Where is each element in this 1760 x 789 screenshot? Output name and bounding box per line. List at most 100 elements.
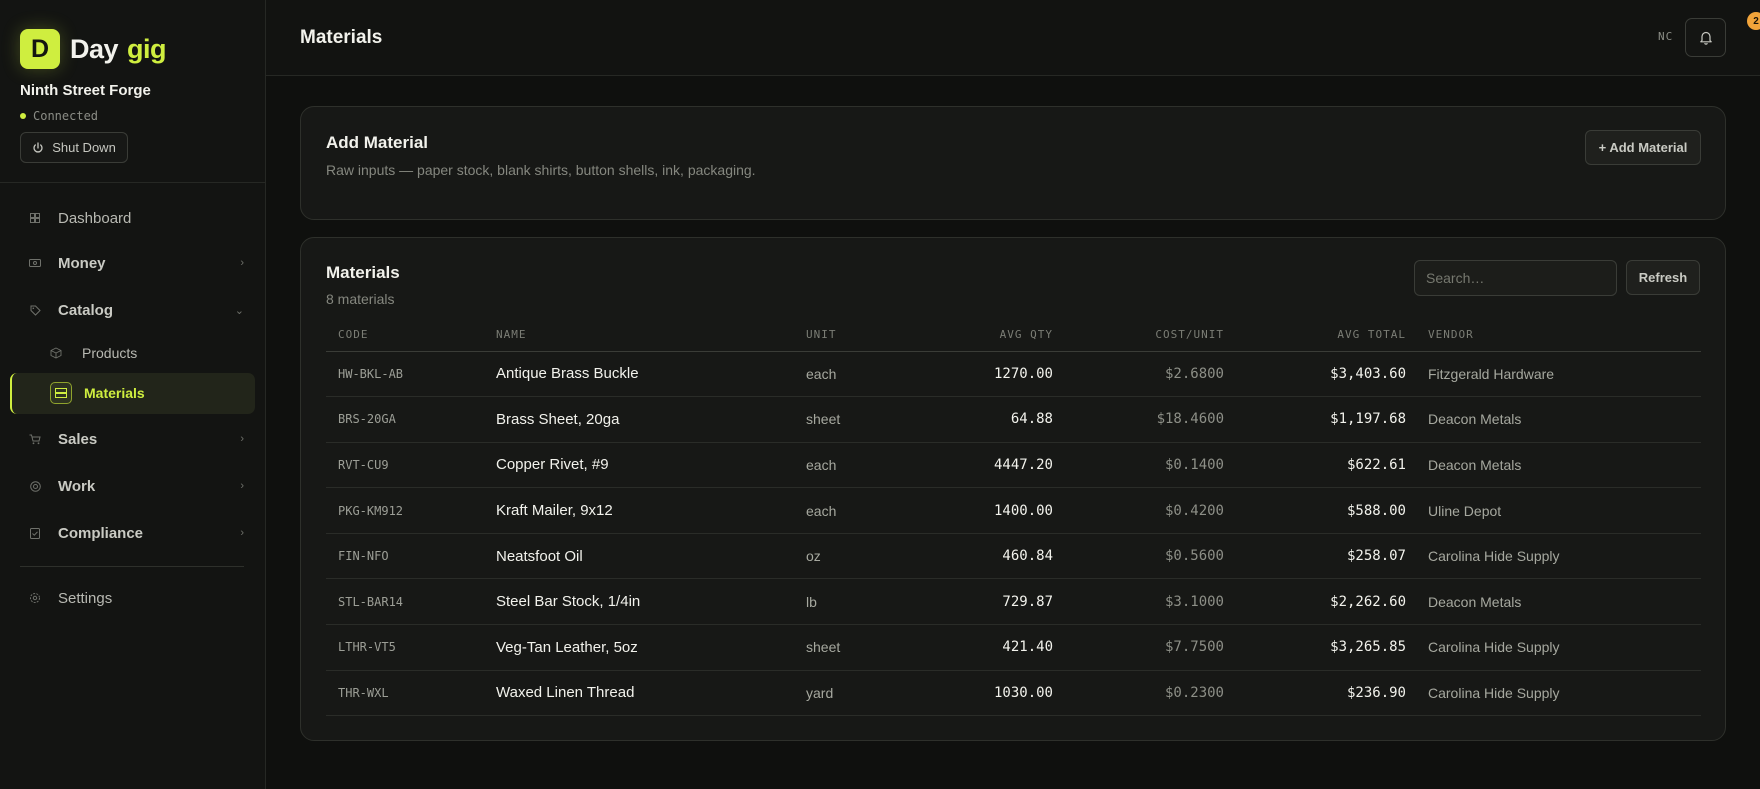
table-row[interactable]: THR-WXL Waxed Linen Thread yard 1030.00 $0.2… xyxy=(326,670,1701,717)
cell-vendor: Carolina Hide Supply xyxy=(1406,533,1701,580)
sidebar-item-sales[interactable]: Sales › xyxy=(20,429,244,449)
sidebar-divider xyxy=(0,182,265,183)
cell-avg-total: $2,262.60 xyxy=(1224,578,1406,626)
column-header-name[interactable]: NAME xyxy=(496,318,806,352)
cell-unit: yard xyxy=(806,670,906,717)
table-row[interactable]: RVT-CU9 Copper Rivet, #9 each 4447.20 $0.140… xyxy=(326,442,1701,489)
materials-table-card: Materials 8 materials Refresh CODE NAME … xyxy=(300,237,1726,741)
checklist-icon xyxy=(20,527,50,539)
sidebar-subitem-materials[interactable]: Materials xyxy=(10,373,255,414)
search-input[interactable] xyxy=(1414,260,1617,296)
column-header-cost-unit[interactable]: COST/UNIT xyxy=(1053,318,1224,352)
notifications-button[interactable] xyxy=(1685,18,1726,57)
status-label: Connected xyxy=(33,109,99,123)
target-icon xyxy=(20,480,50,492)
sidebar-item-dashboard[interactable]: Dashboard xyxy=(20,208,244,228)
add-material-card: Add Material Raw inputs — paper stock, b… xyxy=(300,106,1726,220)
cell-avg-qty: 421.40 xyxy=(906,624,1053,671)
materials-icon xyxy=(50,382,72,404)
cell-unit: each xyxy=(806,442,906,489)
shutdown-label: Shut Down xyxy=(52,140,116,155)
sidebar-divider xyxy=(20,566,244,567)
tag-icon xyxy=(20,305,50,316)
sidebar-item-compliance[interactable]: Compliance › xyxy=(20,523,244,543)
column-header-vendor[interactable]: VENDOR xyxy=(1406,318,1701,352)
cell-avg-qty: 1030.00 xyxy=(906,670,1053,717)
sidebar-item-label: Work xyxy=(58,477,96,495)
column-header-avg-total[interactable]: AVG TOTAL xyxy=(1224,318,1406,352)
column-header-code[interactable]: CODE xyxy=(326,318,496,352)
cell-avg-total: $1,197.68 xyxy=(1224,396,1406,443)
cell-avg-qty: 1400.00 xyxy=(906,487,1053,534)
cell-code: LTHR-VT5 xyxy=(326,624,496,671)
refresh-button[interactable]: Refresh xyxy=(1626,260,1700,295)
sidebar: D Day gig Ninth Street Forge Connected Sh… xyxy=(0,0,266,789)
cell-cost-unit: $0.5600 xyxy=(1053,533,1224,580)
user-initials[interactable]: NC xyxy=(1658,30,1673,43)
cell-name: Steel Bar Stock, 1/4in xyxy=(496,578,806,626)
cell-unit: lb xyxy=(806,578,906,626)
sidebar-item-label: Settings xyxy=(58,589,113,607)
page-title: Materials xyxy=(300,27,383,48)
cell-cost-unit: $0.4200 xyxy=(1053,487,1224,534)
table-row[interactable]: BRS-20GA Brass Sheet, 20ga sheet 64.88 $18.4… xyxy=(326,396,1701,443)
connection-status: Connected xyxy=(20,109,98,123)
sidebar-item-label: Catalog xyxy=(58,301,114,319)
column-header-unit[interactable]: UNIT xyxy=(806,318,906,352)
money-icon xyxy=(20,259,50,267)
cell-avg-qty: 1270.00 xyxy=(906,351,1053,398)
chevron-right-icon: › xyxy=(240,433,244,445)
dashboard-icon xyxy=(20,213,50,223)
cell-name: Veg-Tan Leather, 5oz xyxy=(496,624,806,671)
sidebar-item-label: Compliance xyxy=(58,524,144,542)
materials-table: CODE NAME UNIT AVG QTY COST/UNIT AVG TOT… xyxy=(326,318,1701,717)
cell-unit: sheet xyxy=(806,624,906,671)
sidebar-item-money[interactable]: Money › xyxy=(20,253,244,273)
cell-code: BRS-20GA xyxy=(326,396,496,443)
sidebar-item-work[interactable]: Work › xyxy=(20,476,244,496)
cell-cost-unit: $7.7500 xyxy=(1053,624,1224,671)
sidebar-item-settings[interactable]: Settings xyxy=(20,588,244,608)
cell-code: THR-WXL xyxy=(326,670,496,717)
table-row[interactable]: LTHR-VT5 Veg-Tan Leather, 5oz sheet 421.40 $… xyxy=(326,624,1701,671)
cell-code: HW-BKL-AB xyxy=(326,351,496,398)
app-name-part1: Day xyxy=(70,33,119,64)
cell-avg-total: $3,403.60 xyxy=(1224,351,1406,398)
sidebar-subitem-products[interactable]: Products xyxy=(44,343,137,363)
table-row[interactable]: STL-BAR14 Steel Bar Stock, 1/4in lb 729.87 $… xyxy=(326,578,1701,626)
table-row[interactable]: FIN-NFO Neatsfoot Oil oz 460.84 $0.5600 $258.… xyxy=(326,533,1701,580)
cell-name: Kraft Mailer, 9x12 xyxy=(496,487,806,534)
cell-avg-qty: 64.88 xyxy=(906,396,1053,443)
cell-avg-total: $588.00 xyxy=(1224,487,1406,534)
cell-cost-unit: $3.1000 xyxy=(1053,578,1224,626)
table-row[interactable]: PKG-KM912 Kraft Mailer, 9x12 each 1400.00 $0… xyxy=(326,487,1701,534)
cell-avg-qty: 4447.20 xyxy=(906,442,1053,489)
cell-vendor: Deacon Metals xyxy=(1406,396,1701,443)
column-header-avg-qty[interactable]: AVG QTY xyxy=(906,318,1053,352)
add-material-description: Raw inputs — paper stock, blank shirts, … xyxy=(326,162,756,178)
cell-name: Copper Rivet, #9 xyxy=(496,442,806,489)
table-row[interactable]: HW-BKL-AB Antique Brass Buckle each 1270.00… xyxy=(326,351,1701,398)
notification-badge: 2 xyxy=(1747,12,1760,30)
chevron-right-icon: › xyxy=(240,480,244,492)
cell-vendor: Fitzgerald Hardware xyxy=(1406,351,1701,398)
cell-vendor: Carolina Hide Supply xyxy=(1406,670,1701,717)
cell-vendor: Deacon Metals xyxy=(1406,578,1701,626)
cell-cost-unit: $2.6800 xyxy=(1053,351,1224,398)
sidebar-item-label: Materials xyxy=(84,385,145,401)
shutdown-button[interactable]: Shut Down xyxy=(20,132,128,163)
org-name: Ninth Street Forge xyxy=(20,82,151,99)
cell-name: Waxed Linen Thread xyxy=(496,670,806,717)
cell-name: Neatsfoot Oil xyxy=(496,533,806,580)
cell-code: PKG-KM912 xyxy=(326,487,496,534)
status-dot-icon xyxy=(20,113,26,119)
power-icon xyxy=(33,141,43,153)
cell-unit: each xyxy=(806,487,906,534)
add-material-button[interactable]: + Add Material xyxy=(1585,130,1701,165)
cell-vendor: Uline Depot xyxy=(1406,487,1701,534)
cell-unit: oz xyxy=(806,533,906,580)
cell-cost-unit: $0.1400 xyxy=(1053,442,1224,489)
cell-code: RVT-CU9 xyxy=(326,442,496,489)
chevron-down-icon: ⌄ xyxy=(234,304,244,317)
sidebar-item-catalog[interactable]: Catalog ⌄ xyxy=(20,300,244,320)
